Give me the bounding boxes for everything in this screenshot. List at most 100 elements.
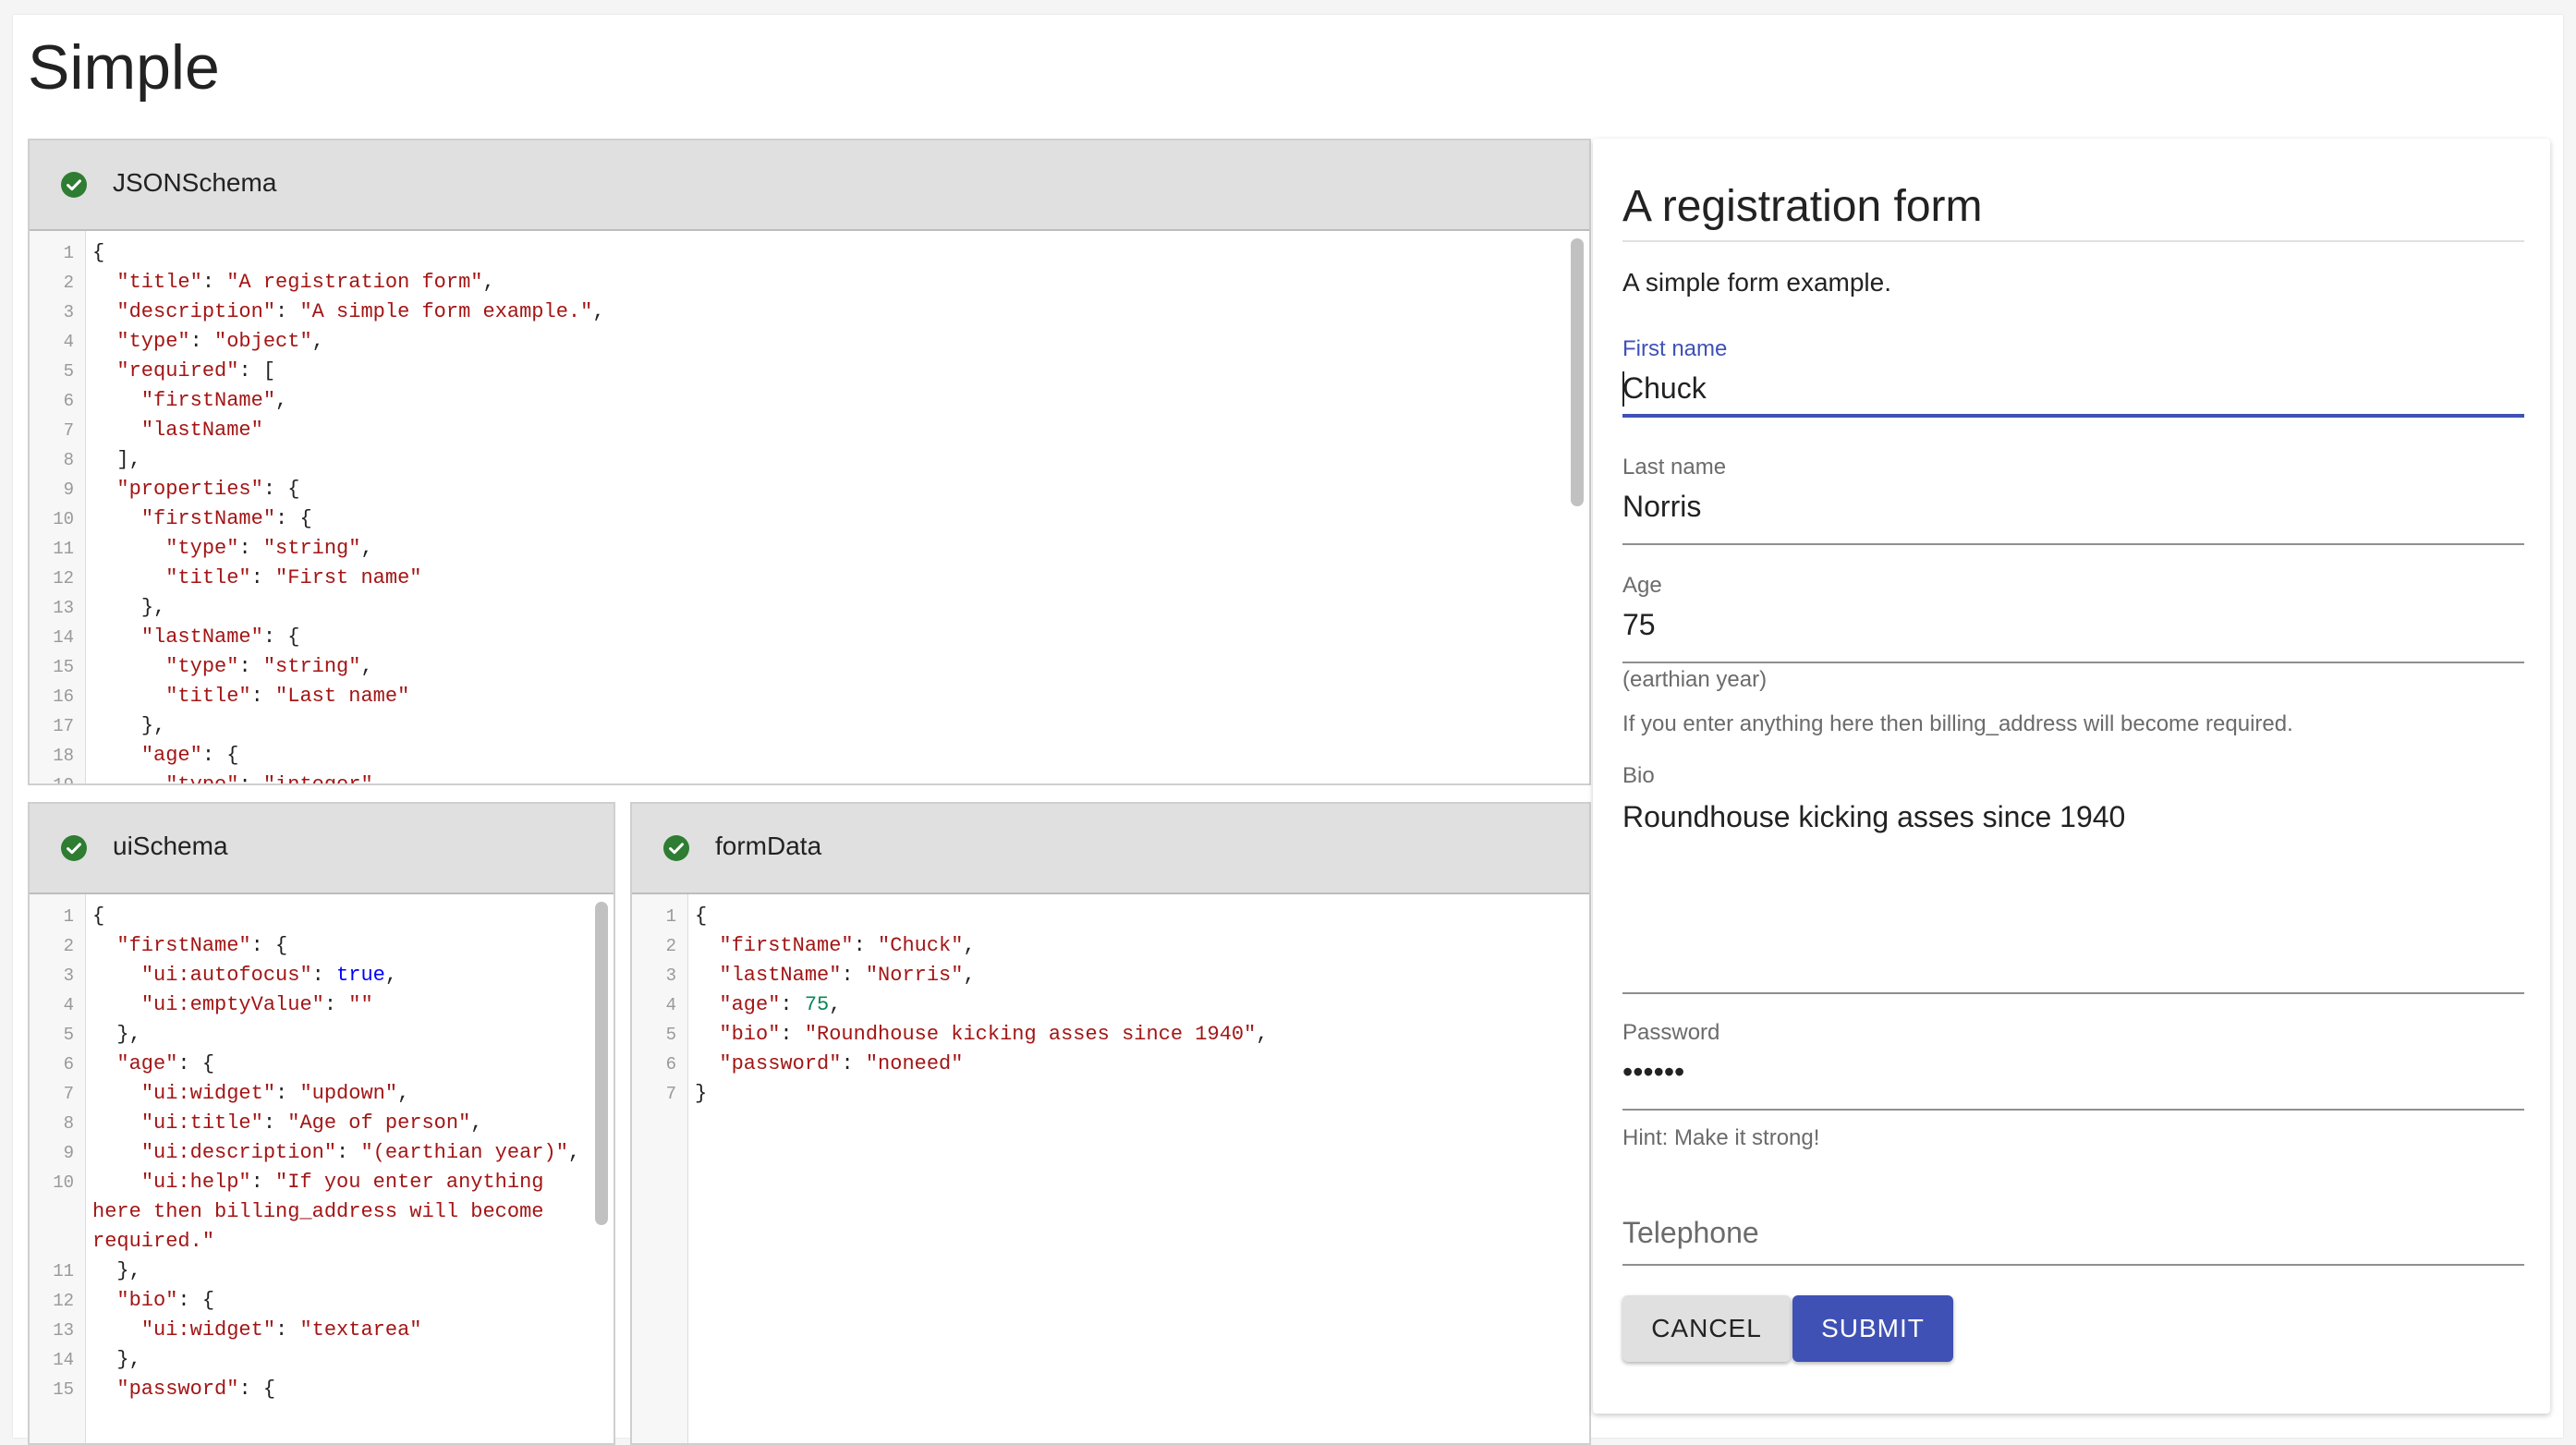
line-number: 5	[63, 1025, 74, 1045]
code-line: 5 "required": [	[30, 357, 1561, 386]
code-text: "type": "string",	[165, 537, 373, 560]
submit-button[interactable]: SUBMIT	[1792, 1295, 1953, 1362]
line-number: 14	[53, 1350, 74, 1370]
code-line: 16 "title": "Last name"	[30, 682, 1561, 711]
code-text: "lastName"	[140, 419, 263, 442]
line-number: 9	[63, 480, 74, 500]
code-line: 2 "title": "A registration form",	[30, 268, 1561, 298]
check-circle-icon	[61, 835, 87, 861]
line-number: 3	[63, 965, 74, 986]
code-text: ],	[92, 448, 141, 471]
code-line: 15 "type": "string",	[30, 652, 1561, 682]
code-line: 8 "ui:title": "Age of person",	[30, 1109, 586, 1138]
first-name-input[interactable]	[1622, 366, 2524, 410]
code-text: "properties": {	[116, 478, 300, 501]
code-text: "required": [	[116, 359, 276, 382]
page: Simple JSONSchema 1{2 "title": "A regist…	[13, 15, 2563, 1445]
jsonschema-editor[interactable]: 1{2 "title": "A registration form", 3 "de…	[30, 231, 1589, 783]
check-circle-icon	[663, 835, 689, 861]
code-text: {	[695, 905, 708, 928]
code-line: 6 "firstName",	[30, 386, 1561, 416]
line-number: 7	[63, 420, 74, 441]
line-number: 5	[63, 361, 74, 382]
code-line: 3 "description": "A simple form example.…	[30, 298, 1561, 327]
code-line: 1{	[30, 238, 1561, 268]
formdata-panel-header: formData	[632, 804, 1589, 894]
code-text: "firstName": {	[116, 934, 288, 957]
uischema-editor[interactable]: 1{2 "firstName": {3 "ui:autofocus": true…	[30, 894, 614, 1443]
code-line: 12 "title": "First name"	[30, 564, 1561, 593]
password-input[interactable]	[1622, 1050, 2524, 1094]
code-text: },	[92, 714, 166, 737]
line-number: 12	[53, 568, 74, 589]
scrollbar-thumb[interactable]	[1571, 238, 1584, 506]
code-text: }	[695, 1082, 708, 1105]
code-text: "ui:autofocus": true,	[140, 964, 398, 987]
bio-underline	[1622, 992, 2524, 994]
code-line: 7 "lastName"	[30, 416, 1561, 445]
uischema-scrollbar[interactable]	[593, 898, 610, 1439]
cancel-button[interactable]: CANCEL	[1622, 1295, 1791, 1362]
password-help-text: Hint: Make it strong!	[1622, 1125, 1820, 1150]
code-lines: 1{2 "firstName": {3 "ui:autofocus": true…	[30, 902, 586, 1404]
formdata-editor[interactable]: 1{2 "firstName": "Chuck", 3 "lastName": "…	[632, 894, 1589, 1443]
line-number: 3	[665, 965, 676, 986]
line-number: 1	[63, 243, 74, 263]
check-circle-icon	[61, 172, 87, 198]
line-number: 15	[53, 1379, 74, 1400]
line-number: 19	[30, 771, 85, 783]
uischema-panel-title: uiSchema	[113, 832, 228, 860]
line-number: 13	[53, 598, 74, 618]
age-label: Age	[1622, 573, 1662, 598]
code-text: "ui:title": "Age of person",	[140, 1111, 483, 1135]
first-name-label: First name	[1622, 336, 1728, 361]
age-description: (earthian year)	[1622, 667, 1768, 692]
last-name-input[interactable]	[1622, 484, 2524, 528]
code-line: 1{	[30, 902, 586, 931]
last-name-label: Last name	[1622, 455, 1727, 480]
line-number: 6	[665, 1054, 676, 1075]
code-text: "age": {	[116, 1052, 215, 1075]
code-text: },	[92, 1023, 141, 1046]
scrollbar-thumb[interactable]	[595, 902, 608, 1225]
code-line: 7 "ui:widget": "updown",	[30, 1079, 586, 1109]
code-line: 9 "ui:description": "(earthian year)",	[30, 1138, 586, 1168]
code-text: "ui:help": "If you enter anything here t…	[92, 1171, 556, 1253]
code-line: 10 "ui:help": "If you enter anything her…	[30, 1168, 586, 1257]
line-number: 17	[53, 716, 74, 736]
jsonschema-scrollbar[interactable]	[1569, 235, 1586, 780]
line-number: 7	[665, 1084, 676, 1104]
code-line: 11 "type": "string",	[30, 534, 1561, 564]
age-input[interactable]	[1622, 602, 2524, 647]
code-text: "ui:widget": "updown",	[140, 1082, 410, 1105]
uischema-panel-header: uiSchema	[30, 804, 614, 894]
code-text: "age": {	[140, 744, 239, 767]
line-number: 6	[63, 1054, 74, 1075]
line-number: 1	[665, 906, 676, 927]
age-underline	[1622, 662, 2524, 663]
code-text: },	[92, 596, 166, 619]
code-line: 4 "age": 75,	[632, 990, 1561, 1020]
jsonschema-panel-title: JSONSchema	[113, 168, 277, 197]
code-text: "ui:description": "(earthian year)",	[140, 1141, 581, 1164]
code-text: "type": "object",	[116, 330, 324, 353]
code-text: },	[92, 1259, 141, 1282]
line-number: 5	[665, 1025, 676, 1045]
line-number: 13	[53, 1320, 74, 1341]
code-text: },	[92, 1348, 141, 1371]
uischema-panel: uiSchema 1{2 "firstName": {3 "ui:autofoc…	[28, 802, 615, 1445]
line-number: 10	[53, 1172, 74, 1193]
code-line: 3 "lastName": "Norris",	[632, 961, 1561, 990]
line-number: 12	[53, 1291, 74, 1311]
code-line: 19 "type": "integer",	[30, 771, 1561, 783]
line-number: 2	[63, 273, 74, 293]
form-title: A registration form	[1622, 182, 1983, 231]
code-line: 5 "bio": "Roundhouse kicking asses since…	[632, 1020, 1561, 1050]
form-title-divider	[1622, 240, 2524, 242]
code-line: 5 },	[30, 1020, 586, 1050]
bio-textarea[interactable]: Roundhouse kicking asses since 1940	[1622, 800, 2524, 976]
telephone-underline	[1622, 1264, 2524, 1266]
code-text: "type": "integer",	[85, 771, 1561, 783]
telephone-input[interactable]	[1622, 1210, 2524, 1255]
code-text: "lastName": "Norris",	[719, 964, 976, 987]
